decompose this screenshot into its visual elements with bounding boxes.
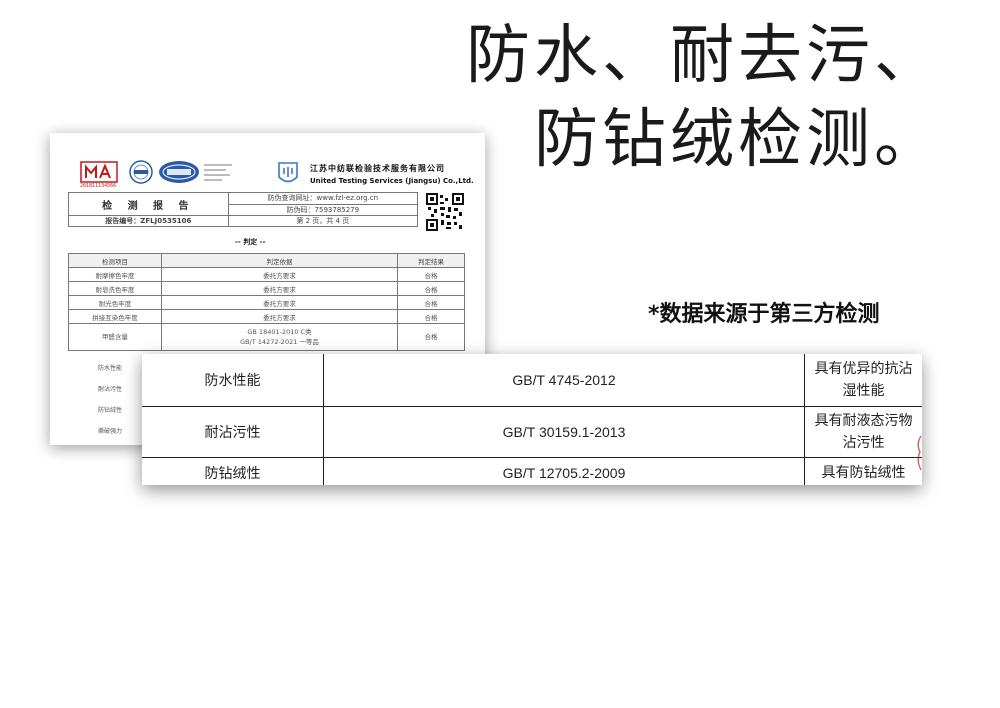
row-basis-line: GB 18401-2010 C类: [247, 328, 312, 336]
test-result: 具有耐液态污物沾污性: [804, 406, 922, 458]
table-row: 拼接互染色牢度 委托方要求 合格: [68, 309, 465, 324]
report-number: 报告编号：ZFLJ0535106: [68, 215, 229, 227]
anti-fake-url: 防伪查询网址：www.fzl-ez.org.cn: [227, 192, 419, 205]
row-basis: 委托方要求: [161, 281, 398, 296]
table-row: 防钻绒性 GB/T 12705.2-2009 具有防钻绒性: [142, 457, 922, 485]
qr-code-icon: [426, 193, 464, 231]
table-row: 防水性能 GB/T 4745-2012 具有优异的抗沾湿性能: [142, 354, 922, 407]
column-header: 判定依据: [161, 253, 398, 268]
test-standard: GB/T 30159.1-2013: [323, 406, 805, 458]
test-result: 具有优异的抗沾湿性能: [814, 361, 913, 399]
row-result: 合格: [397, 281, 465, 296]
test-standard: GB/T 12705.2-2009: [323, 457, 805, 485]
stamp-edge-icon: [917, 435, 922, 471]
report-side-labels: 防水性能 耐沾污性 防钻绒性 撕破强力: [98, 358, 122, 442]
accreditation-mark-icon: [204, 164, 232, 181]
headline-line-2: 防钻绒检测。: [534, 103, 942, 177]
test-standard: GB/T 4745-2012: [323, 354, 805, 407]
table-row: 耐摩擦色牢度 委托方要求 合格: [68, 267, 465, 282]
row-result: 合格: [397, 267, 465, 282]
certification-logos: 201811134566: [80, 159, 240, 189]
row-basis: 委托方要求: [161, 295, 398, 310]
table-header-row: 检测项目 判定依据 判定结果: [68, 253, 465, 268]
page-info: 第 2 页，共 4 页: [227, 215, 419, 227]
row-result: 合格: [397, 309, 465, 324]
row-result: 合格: [397, 295, 465, 310]
cnas-logo-icon: [159, 161, 199, 183]
verdict-heading: -- 判定 --: [235, 238, 266, 246]
zoom-table: 防水性能 GB/T 4745-2012 具有优异的抗沾湿性能 耐沾污性 GB/T…: [142, 354, 922, 485]
report-title: 检 测 报 告: [68, 192, 229, 216]
source-note: *数据来源于第三方检测: [648, 302, 880, 327]
row-basis: GB 18401-2010 C类 GB/T 14272-2021 一等品: [161, 323, 398, 351]
row-item: 耐皂洗色牢度: [68, 281, 162, 296]
test-name: 耐沾污性: [142, 406, 324, 458]
row-item: 甲醛含量: [68, 323, 162, 351]
row-item: 拼接互染色牢度: [68, 309, 162, 324]
anti-fake-code: 防伪码：7593785279: [227, 203, 419, 216]
row-item: 耐光色牢度: [68, 295, 162, 310]
table-row: 甲醛含量 GB 18401-2010 C类 GB/T 14272-2021 一等…: [68, 323, 465, 351]
row-basis: 委托方要求: [161, 267, 398, 282]
table-row: 耐光色牢度 委托方要求 合格: [68, 295, 465, 310]
cma-caption: 201811134566: [80, 183, 117, 189]
company-name-en: United Testing Services (Jiangsu) Co.,Lt…: [310, 177, 474, 185]
ilac-logo-icon: [129, 160, 153, 184]
test-name: 防水性能: [142, 354, 324, 407]
test-result: 具有防钻绒性: [804, 457, 922, 485]
headline: 防水、耐去污、 防钻绒检测。: [466, 14, 942, 182]
side-label: 撕破强力: [98, 428, 123, 435]
company-name-cn: 江苏中纺联检验技术服务有限公司: [310, 164, 445, 173]
report-header-table: 检 测 报 告 防伪查询网址：www.fzl-ez.org.cn 防伪码：759…: [68, 192, 419, 227]
row-item: 耐摩擦色牢度: [68, 267, 162, 282]
side-label: 耐沾污性: [98, 386, 123, 393]
side-label: 防水性能: [98, 365, 123, 372]
column-header: 判定结果: [397, 253, 465, 268]
table-row: 耐沾污性 GB/T 30159.1-2013 具有耐液态污物沾污性: [142, 406, 922, 458]
side-label: 防钻绒性: [98, 407, 123, 414]
row-basis-line: GB/T 14272-2021 一等品: [240, 338, 319, 346]
company-name: 江苏中纺联检验技术服务有限公司 United Testing Services …: [310, 163, 474, 187]
row-basis: 委托方要求: [161, 309, 398, 324]
zoomed-results-table: 防水性能 GB/T 4745-2012 具有优异的抗沾湿性能 耐沾污性 GB/T…: [142, 354, 922, 485]
test-name: 防钻绒性: [142, 457, 324, 485]
report-results-table: 检测项目 判定依据 判定结果 耐摩擦色牢度 委托方要求 合格 耐皂洗色牢度 委托…: [68, 253, 465, 351]
cma-logo-icon: [80, 161, 118, 183]
uts-logo-icon: [278, 162, 298, 183]
headline-line-1: 防水、耐去污、: [466, 19, 942, 93]
table-row: 耐皂洗色牢度 委托方要求 合格: [68, 281, 465, 296]
column-header: 检测项目: [68, 253, 162, 268]
row-result: 合格: [397, 323, 465, 351]
